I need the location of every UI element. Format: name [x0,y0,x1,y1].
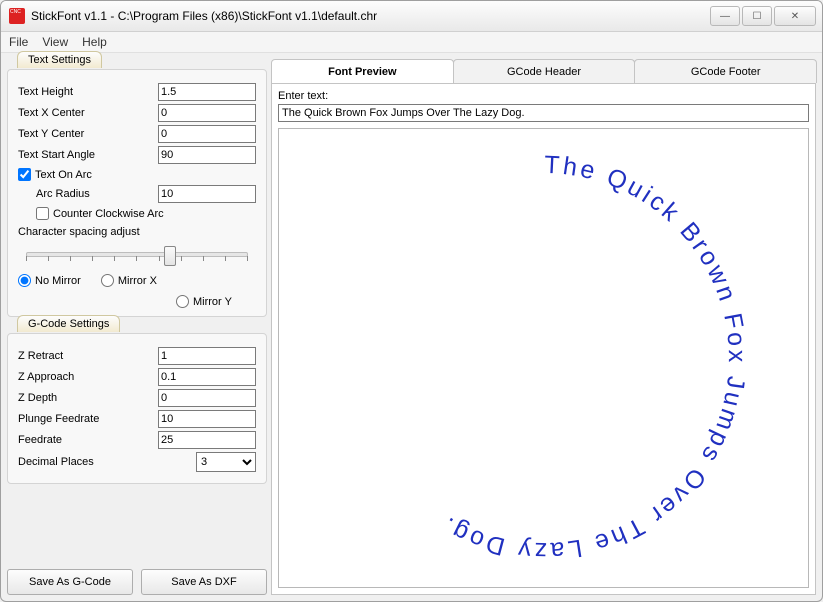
menu-help[interactable]: Help [82,35,107,49]
arc-text-preview: The Quick Brown Fox Jumps Over The Lazy … [314,128,774,588]
tab-gcode-footer[interactable]: GCode Footer [634,59,817,83]
decimal-select[interactable]: 3 [196,452,256,472]
tab-font-preview[interactable]: Font Preview [271,59,454,83]
enter-text-input[interactable] [278,104,809,122]
tab-body: Enter text: The Quick Brown Fox Jumps Ov… [271,83,816,595]
save-gcode-button[interactable]: Save As G-Code [7,569,133,595]
zapproach-label: Z Approach [18,371,158,383]
zapproach-input[interactable] [158,368,256,386]
main-window: StickFont v1.1 - C:\Program Files (x86)\… [0,0,823,602]
text-ycenter-label: Text Y Center [18,128,158,140]
left-panel: Text Settings Text Height Text X Center … [7,59,267,595]
window-buttons: — ☐ ✕ [710,6,816,26]
gcode-settings-title: G-Code Settings [17,315,120,332]
enter-text-label: Enter text: [278,90,809,102]
mirror-y-label: Mirror Y [193,296,232,308]
ccw-checkbox[interactable] [36,207,49,220]
mirror-none-label: No Mirror [35,275,81,287]
maximize-button[interactable]: ☐ [742,6,772,26]
spacing-slider[interactable] [18,242,256,266]
zdepth-label: Z Depth [18,392,158,404]
feedrate-label: Feedrate [18,434,158,446]
mirror-y-radio[interactable] [176,295,189,308]
font-preview-canvas: The Quick Brown Fox Jumps Over The Lazy … [278,128,809,588]
zretract-label: Z Retract [18,350,158,362]
arc-radius-label: Arc Radius [36,188,158,200]
gcode-settings-group: G-Code Settings Z Retract Z Approach Z D… [7,333,267,484]
minimize-button[interactable]: — [710,6,740,26]
close-button[interactable]: ✕ [774,6,816,26]
right-panel: Font Preview GCode Header GCode Footer E… [271,59,816,595]
content: Text Settings Text Height Text X Center … [1,53,822,601]
spacing-label: Character spacing adjust [18,226,256,238]
tabs: Font Preview GCode Header GCode Footer [271,59,816,83]
text-on-arc-checkbox[interactable] [18,168,31,181]
mirror-x-label: Mirror X [118,275,157,287]
text-settings-group: Text Settings Text Height Text X Center … [7,69,267,317]
menubar: File View Help [1,32,822,53]
svg-text:The Quick Brown Fox Jumps Over: The Quick Brown Fox Jumps Over The Lazy … [435,151,751,565]
tab-gcode-header[interactable]: GCode Header [453,59,636,83]
plunge-input[interactable] [158,410,256,428]
text-height-label: Text Height [18,86,158,98]
window-title: StickFont v1.1 - C:\Program Files (x86)\… [31,9,710,23]
app-icon [9,8,25,24]
mirror-x-radio[interactable] [101,274,114,287]
mirror-none-radio[interactable] [18,274,31,287]
zdepth-input[interactable] [158,389,256,407]
save-buttons: Save As G-Code Save As DXF [7,569,267,595]
menu-view[interactable]: View [42,35,68,49]
text-ycenter-input[interactable] [158,125,256,143]
titlebar: StickFont v1.1 - C:\Program Files (x86)\… [1,1,822,32]
text-on-arc-label: Text On Arc [35,169,92,181]
text-settings-title: Text Settings [17,51,102,68]
text-xcenter-input[interactable] [158,104,256,122]
plunge-label: Plunge Feedrate [18,413,158,425]
spacing-slider-thumb[interactable] [164,246,176,266]
arc-radius-input[interactable] [158,185,256,203]
text-height-input[interactable] [158,83,256,101]
text-angle-label: Text Start Angle [18,149,158,161]
text-xcenter-label: Text X Center [18,107,158,119]
feedrate-input[interactable] [158,431,256,449]
zretract-input[interactable] [158,347,256,365]
text-angle-input[interactable] [158,146,256,164]
ccw-label: Counter Clockwise Arc [53,208,164,220]
arc-text-content: The Quick Brown Fox Jumps Over The Lazy … [435,151,751,565]
decimal-label: Decimal Places [18,456,196,468]
menu-file[interactable]: File [9,35,28,49]
save-dxf-button[interactable]: Save As DXF [141,569,267,595]
